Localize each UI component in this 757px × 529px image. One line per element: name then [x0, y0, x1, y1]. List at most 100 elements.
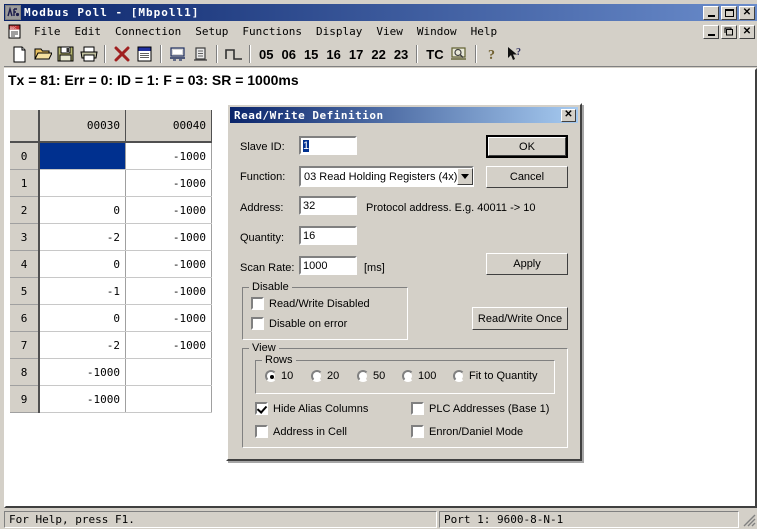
register-grid[interactable]: 00030 00040 0 -1000 1 -1000 2: [10, 110, 226, 400]
status-help-text: For Help, press F1.: [4, 511, 437, 528]
cell-5-1[interactable]: -1000: [126, 278, 212, 305]
cell-6-1[interactable]: -1000: [126, 305, 212, 332]
function-code-23-button[interactable]: 23: [390, 47, 412, 62]
cell-9-0[interactable]: -1000: [39, 386, 126, 413]
function-select[interactable]: 03 Read Holding Registers (4x): [299, 166, 474, 187]
maximize-button[interactable]: [721, 6, 737, 20]
cell-3-0[interactable]: -2: [39, 224, 126, 251]
new-icon[interactable]: [8, 43, 31, 65]
open-icon[interactable]: [31, 43, 54, 65]
rows-radio-fit-to-quantity[interactable]: Fit to Quantity: [453, 370, 537, 382]
resize-grip[interactable]: [741, 511, 757, 528]
context-help-arrow-icon[interactable]: ?: [504, 43, 527, 65]
plc-addresses-checkbox[interactable]: PLC Addresses (Base 1): [411, 402, 549, 415]
column-header-00040[interactable]: 00040: [126, 110, 212, 142]
pulse-icon[interactable]: [222, 43, 245, 65]
function-code-17-button[interactable]: 17: [345, 47, 367, 62]
hide-alias-columns-checkbox[interactable]: Hide Alias Columns: [255, 402, 368, 415]
cell-3-1[interactable]: -1000: [126, 224, 212, 251]
menu-display[interactable]: Display: [309, 23, 369, 40]
modbus-app-icon[interactable]: [5, 5, 21, 20]
ok-button[interactable]: OK: [486, 135, 568, 158]
cell-6-0[interactable]: 0: [39, 305, 126, 332]
chevron-down-icon[interactable]: [457, 168, 473, 185]
child-minimize-button[interactable]: [703, 25, 719, 39]
row-header-5[interactable]: 5: [10, 278, 39, 305]
scan-rate-input[interactable]: 1000: [299, 256, 357, 275]
hide-alias-columns-label: Hide Alias Columns: [273, 403, 368, 415]
disconnect-icon[interactable]: [110, 43, 133, 65]
poll-definition-icon[interactable]: [166, 43, 189, 65]
menu-view[interactable]: View: [369, 23, 410, 40]
test-center-button[interactable]: TC: [422, 47, 447, 62]
row-header-9[interactable]: 9: [10, 386, 39, 413]
address-input[interactable]: 32: [299, 196, 357, 215]
grid-corner[interactable]: [10, 110, 39, 142]
menu-file[interactable]: File: [27, 23, 68, 40]
row-header-0[interactable]: 0: [10, 142, 39, 170]
read-write-disabled-checkbox[interactable]: Read/Write Disabled: [251, 297, 370, 310]
cell-7-0[interactable]: -2: [39, 332, 126, 359]
cell-5-0[interactable]: -1: [39, 278, 126, 305]
function-code-16-button[interactable]: 16: [322, 47, 344, 62]
minimize-button[interactable]: [703, 6, 719, 20]
communication-traffic-icon[interactable]: [448, 43, 471, 65]
rows-group: Rows 10 20 50 100: [255, 360, 555, 394]
cancel-button[interactable]: Cancel: [486, 166, 568, 188]
menu-help[interactable]: Help: [464, 23, 505, 40]
cell-8-0[interactable]: -1000: [39, 359, 126, 386]
cell-4-0[interactable]: 0: [39, 251, 126, 278]
column-header-00030[interactable]: 00030: [39, 110, 126, 142]
dialog-title-bar[interactable]: Read/Write Definition ✕: [230, 107, 578, 123]
help-question-icon[interactable]: ?: [481, 43, 504, 65]
menu-window[interactable]: Window: [410, 23, 464, 40]
child-restore-button[interactable]: [721, 25, 737, 39]
function-code-15-button[interactable]: 15: [300, 47, 322, 62]
cell-2-1[interactable]: -1000: [126, 197, 212, 224]
apply-button[interactable]: Apply: [486, 253, 568, 275]
write-definition-icon[interactable]: [189, 43, 212, 65]
rows-radio-50[interactable]: 50: [357, 370, 385, 382]
function-code-22-button[interactable]: 22: [367, 47, 389, 62]
child-close-button[interactable]: ✕: [739, 25, 755, 39]
function-code-06-button[interactable]: 06: [277, 47, 299, 62]
row-header-4[interactable]: 4: [10, 251, 39, 278]
row-header-8[interactable]: 8: [10, 359, 39, 386]
menu-connection[interactable]: Connection: [108, 23, 188, 40]
menu-functions[interactable]: Functions: [235, 23, 309, 40]
close-button[interactable]: ✕: [739, 6, 755, 20]
rows-radio-10[interactable]: 10: [265, 370, 293, 382]
print-icon[interactable]: [77, 43, 100, 65]
dialog-close-button[interactable]: ✕: [561, 109, 576, 122]
read-write-once-button[interactable]: Read/Write Once: [472, 307, 568, 330]
row-header-1[interactable]: 1: [10, 170, 39, 197]
menu-edit[interactable]: Edit: [68, 23, 109, 40]
rows-radio-20[interactable]: 20: [311, 370, 339, 382]
cell-1-1[interactable]: -1000: [126, 170, 212, 197]
function-code-05-button[interactable]: 05: [255, 47, 277, 62]
quantity-input[interactable]: 16: [299, 226, 357, 245]
cell-2-0[interactable]: 0: [39, 197, 126, 224]
cell-0-1[interactable]: -1000: [126, 142, 212, 170]
address-in-cell-checkbox[interactable]: Address in Cell: [255, 425, 347, 438]
svg-text:?: ?: [516, 47, 521, 58]
disable-on-error-checkbox[interactable]: Disable on error: [251, 317, 347, 330]
cell-0-0[interactable]: [39, 142, 126, 170]
enron-daniel-mode-checkbox[interactable]: Enron/Daniel Mode: [411, 425, 523, 438]
menu-setup[interactable]: Setup: [188, 23, 235, 40]
row-header-6[interactable]: 6: [10, 305, 39, 332]
slave-id-input[interactable]: 1: [299, 136, 357, 155]
rows-radio-100[interactable]: 100: [402, 370, 436, 382]
cell-8-1[interactable]: [126, 359, 212, 386]
row-header-2[interactable]: 2: [10, 197, 39, 224]
read-write-definition-icon[interactable]: [133, 43, 156, 65]
save-icon[interactable]: [54, 43, 77, 65]
cell-4-1[interactable]: -1000: [126, 251, 212, 278]
cell-9-1[interactable]: [126, 386, 212, 413]
row-header-3[interactable]: 3: [10, 224, 39, 251]
toolbar: 05 06 15 16 17 22 23 TC ? ?: [4, 42, 757, 67]
cell-7-1[interactable]: -1000: [126, 332, 212, 359]
document-icon[interactable]: DOC: [7, 24, 23, 40]
row-header-7[interactable]: 7: [10, 332, 39, 359]
cell-1-0[interactable]: [39, 170, 126, 197]
